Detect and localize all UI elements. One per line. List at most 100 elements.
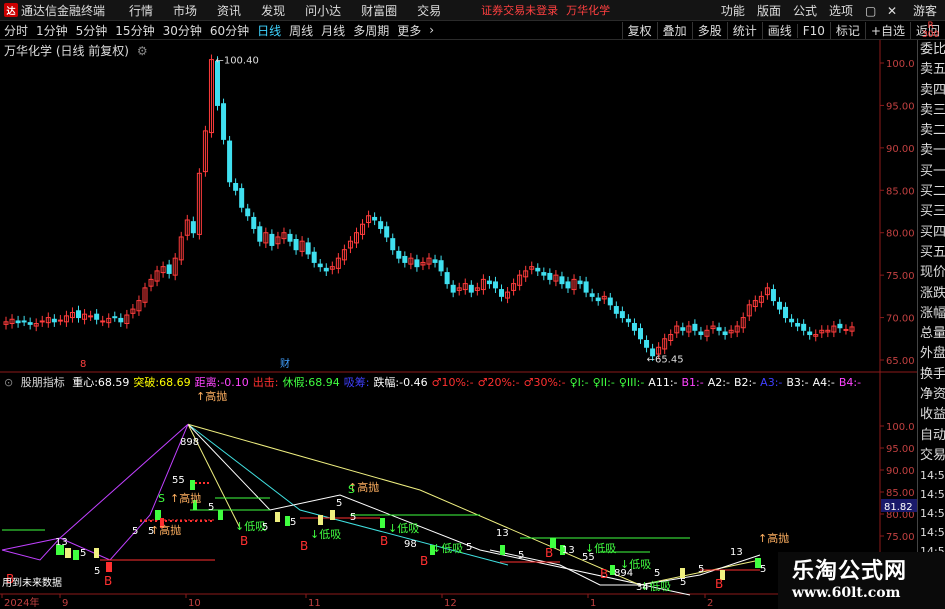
period-60min[interactable]: 60分钟 bbox=[206, 22, 253, 39]
menu-formula[interactable]: 公式 bbox=[787, 2, 823, 19]
candle-body bbox=[118, 317, 124, 323]
kline-chart[interactable]: 100.0 95.00 90.00 85.00 80.00 75.00 70.00 65.00… bbox=[0, 40, 917, 609]
menu-wealth[interactable]: 财富圈 bbox=[351, 2, 407, 19]
side-panel-item[interactable]: 买五 bbox=[918, 243, 945, 263]
collapse-icon[interactable]: ⊙ bbox=[4, 376, 13, 389]
menu-trade[interactable]: 交易 bbox=[407, 2, 451, 19]
side-panel-item[interactable]: 涨跌 bbox=[918, 284, 945, 304]
dot-mark bbox=[160, 520, 162, 522]
menu-news[interactable]: 资讯 bbox=[207, 2, 251, 19]
side-panel-item[interactable]: 涨幅 bbox=[918, 304, 945, 324]
low-buy-label: ↓低吸 bbox=[432, 542, 463, 555]
menu-quotes[interactable]: 行情 bbox=[119, 2, 163, 19]
menu-discover[interactable]: 发现 bbox=[251, 2, 295, 19]
candle-body bbox=[801, 323, 807, 331]
candle-body bbox=[227, 140, 233, 183]
tool-overlay[interactable]: 叠加 bbox=[656, 22, 692, 39]
guest-user[interactable]: 游客 bbox=[903, 2, 945, 19]
wave-count-label: 98 bbox=[404, 539, 417, 550]
candle-body bbox=[535, 267, 541, 272]
side-panel-item[interactable]: 买二 bbox=[918, 182, 945, 202]
dot-mark bbox=[145, 520, 147, 522]
chart-area[interactable]: 100.0 95.00 90.00 85.00 80.00 75.00 70.00 65.00… bbox=[0, 40, 917, 609]
tool-f10[interactable]: F10 bbox=[796, 23, 830, 38]
tool-adjust[interactable]: 复权 bbox=[621, 22, 657, 39]
period-monthly[interactable]: 月线 bbox=[317, 22, 349, 39]
side-panel-item[interactable]: 外盘 bbox=[918, 344, 945, 364]
signal-bar bbox=[275, 512, 280, 522]
wave-count-label: 13 bbox=[496, 528, 509, 539]
menu-function[interactable]: 功能 bbox=[715, 2, 751, 19]
candle-body bbox=[607, 297, 613, 306]
side-panel-item[interactable]: 卖三 bbox=[918, 101, 945, 121]
side-panel-item[interactable]: 卖二 bbox=[918, 121, 945, 141]
menu-options[interactable]: 选项 bbox=[823, 2, 859, 19]
dot-mark bbox=[199, 482, 201, 484]
period-30min[interactable]: 30分钟 bbox=[159, 22, 206, 39]
period-1min[interactable]: 1分钟 bbox=[32, 22, 72, 39]
period-15min[interactable]: 15分钟 bbox=[111, 22, 158, 39]
close-icon[interactable]: ✕ bbox=[881, 4, 903, 18]
side-panel-item[interactable]: 买四 bbox=[918, 223, 945, 243]
minimize-icon[interactable]: ▢ bbox=[859, 4, 881, 18]
login-status[interactable]: 证券交易未登录 bbox=[481, 2, 558, 18]
x-axis-label: 10 bbox=[188, 598, 201, 609]
wave-count-label: 13 bbox=[55, 537, 68, 548]
side-panel-item[interactable]: 卖五 bbox=[918, 60, 945, 80]
candle-body bbox=[257, 226, 263, 242]
side-panel-item[interactable]: 现价 bbox=[918, 263, 945, 283]
side-panel-item[interactable]: 交易 bbox=[918, 446, 945, 466]
period-more[interactable]: 更多 bbox=[393, 22, 425, 39]
tool-mark[interactable]: 标记 bbox=[829, 22, 865, 39]
menu-layout[interactable]: 版面 bbox=[751, 2, 787, 19]
side-panel-item[interactable]: 买三 bbox=[918, 202, 945, 222]
period-daily[interactable]: 日线 bbox=[253, 22, 285, 39]
y-tick-label: 65.00 bbox=[886, 356, 915, 367]
period-5min[interactable]: 5分钟 bbox=[72, 22, 112, 39]
low-buy-label: ↓低吸 bbox=[388, 522, 419, 535]
candle-body bbox=[547, 272, 553, 280]
finance-marker: 财 bbox=[280, 357, 290, 370]
menu-market[interactable]: 市场 bbox=[163, 2, 207, 19]
dot-mark bbox=[195, 482, 197, 484]
tool-multi-stock[interactable]: 多股 bbox=[691, 22, 727, 39]
side-panel-item[interactable]: 净资 bbox=[918, 385, 945, 405]
side-panel-item[interactable]: 买一 bbox=[918, 162, 945, 182]
signal-bar bbox=[218, 510, 223, 520]
indicator-name[interactable]: 股朋指标 bbox=[21, 376, 65, 389]
candle-body bbox=[390, 238, 396, 251]
candle-body bbox=[783, 306, 789, 319]
candle-body bbox=[396, 250, 402, 259]
settings-icon[interactable]: ⚙ bbox=[137, 44, 148, 58]
dot-mark bbox=[190, 520, 192, 522]
y-tick-label: 90.00 bbox=[886, 144, 915, 155]
candle-body bbox=[287, 233, 293, 242]
side-panel-item[interactable]: 委比 bbox=[918, 40, 945, 60]
y-tick-label: 80.00 bbox=[886, 229, 915, 240]
tool-draw[interactable]: 画线 bbox=[761, 22, 797, 39]
tool-stats[interactable]: 统计 bbox=[726, 22, 762, 39]
candle-body bbox=[770, 289, 776, 302]
side-panel-item[interactable]: 自动 bbox=[918, 426, 945, 446]
chevron-right-icon[interactable]: › bbox=[425, 23, 438, 37]
side-panel-item[interactable]: 卖一 bbox=[918, 141, 945, 161]
candle-body bbox=[692, 323, 698, 331]
side-panel-item[interactable]: 收益 bbox=[918, 405, 945, 425]
dot-mark bbox=[203, 482, 205, 484]
dot-mark bbox=[210, 520, 212, 522]
side-panel-item[interactable]: 卖四 bbox=[918, 81, 945, 101]
period-multi[interactable]: 多周期 bbox=[349, 22, 393, 39]
menu-ask[interactable]: 问小达 bbox=[295, 2, 351, 19]
candle-body bbox=[837, 323, 843, 329]
low-price-label: ←65.45 bbox=[647, 354, 684, 365]
ind-y-tick-label: 85.00 bbox=[886, 488, 915, 499]
candle-body bbox=[317, 263, 323, 268]
side-panel-item[interactable]: 总量 bbox=[918, 324, 945, 344]
wave-count-label: 5 bbox=[262, 522, 268, 533]
tool-add-watch[interactable]: +自选 bbox=[864, 22, 910, 39]
period-weekly[interactable]: 周线 bbox=[285, 22, 317, 39]
side-panel-item[interactable]: 换手 bbox=[918, 365, 945, 385]
period-tick[interactable]: 分时 bbox=[0, 22, 32, 39]
current-stock-name: 万华化学 bbox=[566, 4, 611, 17]
sell-signal-label: S bbox=[158, 492, 165, 505]
